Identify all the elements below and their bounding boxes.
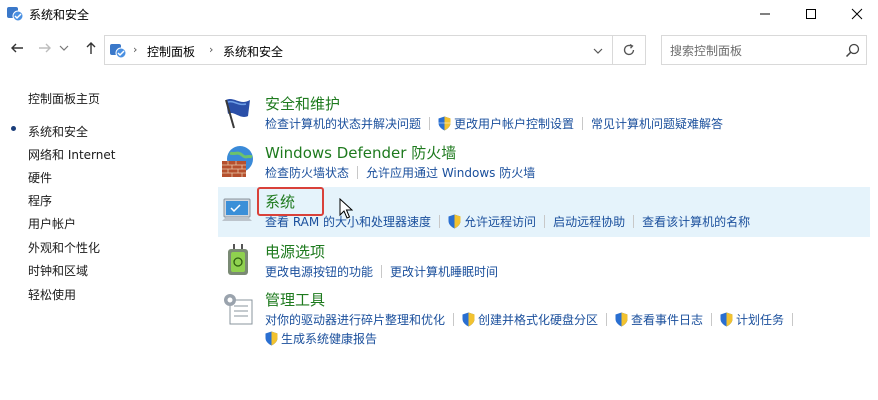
minimize-button[interactable] — [742, 0, 788, 28]
refresh-button[interactable] — [612, 35, 646, 65]
link-separator — [711, 313, 713, 326]
highlight-annotation-box — [257, 187, 324, 216]
chevron-down-icon — [593, 48, 603, 54]
link-separator — [633, 215, 635, 228]
link-remote-assistance[interactable]: 启动远程协助 — [553, 213, 625, 230]
category-links-row-2: 生成系统健康报告 — [265, 330, 377, 347]
refresh-icon — [623, 43, 635, 56]
category-links: 检查防火墙状态 允许应用通过 Windows 防火墙 — [265, 164, 535, 181]
link-check-status[interactable]: 检查计算机的状态并解决问题 — [265, 115, 421, 132]
link-separator — [357, 166, 359, 179]
link-event-log[interactable]: 查看事件日志 — [631, 311, 703, 328]
uac-shield-icon — [462, 312, 475, 327]
link-health-report[interactable]: 生成系统健康报告 — [281, 330, 377, 347]
sidebar-item-system-security[interactable]: 系统和安全 — [28, 123, 88, 140]
link-disk-partition[interactable]: 创建并格式化硬盘分区 — [478, 311, 598, 328]
link-allow-remote[interactable]: 允许远程访问 — [464, 213, 536, 230]
breadcrumb-system-security[interactable]: 系统和安全 — [223, 43, 283, 60]
link-separator — [544, 215, 546, 228]
search-box[interactable] — [661, 35, 867, 65]
close-button[interactable] — [834, 0, 878, 28]
sidebar-item-clock-region[interactable]: 时钟和区域 — [28, 262, 88, 279]
close-icon — [851, 8, 863, 20]
uac-shield-icon — [720, 312, 733, 327]
sidebar-item-network[interactable]: 网络和 Internet — [28, 146, 115, 163]
link-separator — [453, 313, 455, 326]
category-admin-tools: 管理工具 对你的驱动器进行碎片整理和优化 创建并格式化硬盘分区 查看事件日志 计… — [218, 286, 870, 352]
sidebar-item-home[interactable]: 控制面板主页 — [28, 90, 100, 107]
link-change-uac[interactable]: 更改用户帐户控制设置 — [454, 115, 574, 132]
window-title: 系统和安全 — [29, 8, 90, 22]
uac-shield-icon — [615, 312, 628, 327]
sidebar-item-programs[interactable]: 程序 — [28, 192, 52, 209]
address-dropdown-button[interactable] — [589, 42, 607, 60]
navigation-bar: › 控制面板 › 系统和安全 — [0, 33, 878, 67]
firewall-icon — [222, 146, 253, 177]
category-links: 检查计算机的状态并解决问题 更改用户帐户控制设置 常见计算机问题疑难解答 — [265, 115, 723, 132]
power-options-icon — [228, 244, 248, 275]
uac-shield-icon — [448, 214, 461, 229]
category-links: 更改电源按钮的功能 更改计算机睡眠时间 — [265, 263, 498, 280]
category-title[interactable]: Windows Defender 防火墙 — [265, 142, 456, 163]
link-sleep-time[interactable]: 更改计算机睡眠时间 — [390, 263, 498, 280]
arrow-up-icon — [86, 42, 96, 54]
sidebar-item-user-accounts[interactable]: 用户帐户 — [28, 215, 76, 232]
chevron-right-icon: › — [133, 43, 138, 56]
search-icon[interactable] — [844, 42, 862, 60]
category-links: 查看 RAM 的大小和处理器速度 允许远程访问 启动远程协助 查看该计算机的名称 — [265, 213, 750, 230]
sidebar-item-ease-of-access[interactable]: 轻松使用 — [28, 286, 76, 303]
link-power-button[interactable]: 更改电源按钮的功能 — [265, 263, 373, 280]
up-button[interactable] — [80, 37, 102, 59]
category-title[interactable]: 管理工具 — [265, 289, 325, 310]
sidebar-item-hardware[interactable]: 硬件 — [28, 169, 52, 186]
title-bar: 系统和安全 — [0, 0, 878, 28]
admin-tools-icon — [224, 294, 253, 325]
maximize-button[interactable] — [788, 0, 834, 28]
category-title[interactable]: 电源选项 — [265, 241, 325, 262]
recent-locations-button[interactable] — [56, 37, 72, 59]
mouse-pointer-icon — [339, 198, 353, 219]
link-computer-name[interactable]: 查看该计算机的名称 — [642, 213, 750, 230]
category-links: 对你的驱动器进行碎片整理和优化 创建并格式化硬盘分区 查看事件日志 计划任务 — [265, 311, 801, 328]
link-separator — [606, 313, 608, 326]
forward-button[interactable] — [34, 37, 56, 59]
link-separator — [381, 265, 383, 278]
search-input[interactable] — [670, 42, 840, 60]
link-scheduled-tasks[interactable]: 计划任务 — [736, 311, 784, 328]
link-defragment[interactable]: 对你的驱动器进行碎片整理和优化 — [265, 311, 445, 328]
category-power-options: 电源选项 更改电源按钮的功能 更改计算机睡眠时间 — [218, 238, 870, 283]
system-icon — [222, 198, 252, 221]
maximize-icon — [806, 9, 816, 19]
link-separator — [439, 215, 441, 228]
link-troubleshoot[interactable]: 常见计算机问题疑难解答 — [591, 115, 723, 132]
arrow-right-icon — [39, 43, 51, 53]
sidebar-item-appearance[interactable]: 外观和个性化 — [28, 239, 100, 256]
uac-shield-icon — [265, 331, 278, 346]
address-bar[interactable]: › 控制面板 › 系统和安全 — [104, 35, 645, 65]
breadcrumb-control-panel[interactable]: 控制面板 — [147, 43, 195, 60]
current-item-bullet — [11, 126, 16, 131]
category-firewall: Windows Defender 防火墙 检查防火墙状态 允许应用通过 Wind… — [218, 139, 870, 184]
uac-shield-icon — [438, 116, 451, 131]
chevron-down-icon — [59, 45, 69, 51]
link-separator — [792, 313, 794, 326]
link-separator — [429, 117, 431, 130]
back-button[interactable] — [6, 37, 28, 59]
link-firewall-status[interactable]: 检查防火墙状态 — [265, 164, 349, 181]
control-panel-icon — [7, 7, 24, 22]
link-separator — [582, 117, 584, 130]
control-panel-icon — [110, 44, 127, 59]
category-title[interactable]: 安全和维护 — [265, 93, 340, 114]
arrow-left-icon — [11, 43, 23, 53]
link-allow-app[interactable]: 允许应用通过 Windows 防火墙 — [366, 164, 535, 181]
flag-icon — [225, 99, 250, 129]
minimize-icon — [760, 13, 770, 15]
category-security-maintenance: 安全和维护 检查计算机的状态并解决问题 更改用户帐户控制设置 常见计算机问题疑难… — [218, 90, 870, 135]
chevron-right-icon[interactable]: › — [209, 43, 213, 56]
